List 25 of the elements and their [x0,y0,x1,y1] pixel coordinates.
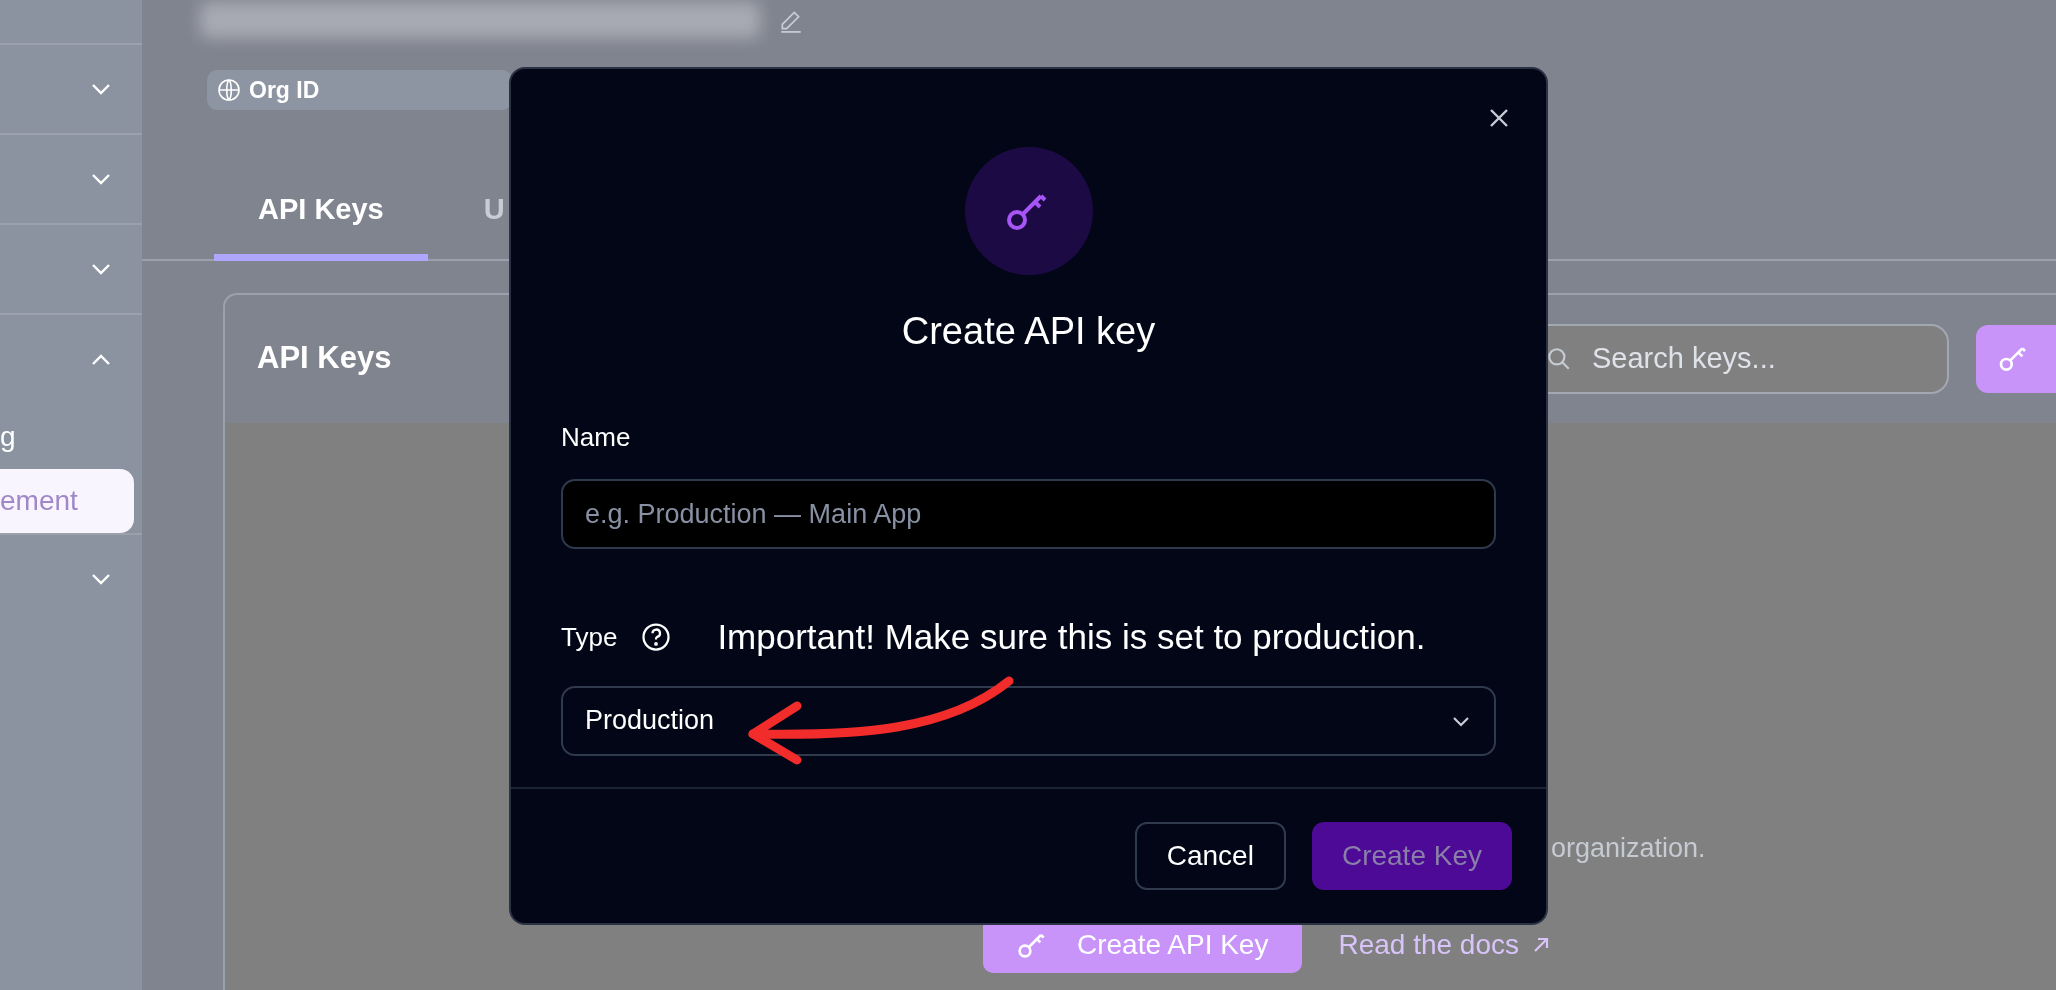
tab[interactable]: API Keys [214,188,428,261]
chevron-icon[interactable] [90,82,112,96]
chevron-icon[interactable] [90,353,112,367]
search-icon [1546,345,1572,372]
empty-state-text: organization. [1551,831,1707,865]
tab[interactable]: U [439,188,549,261]
type-select[interactable]: Production [561,685,1496,756]
card-title: API Keys [257,339,392,378]
sidebar-item[interactable]: g [0,405,142,469]
cancel-button[interactable]: Cancel [1134,822,1286,890]
sidebar-item[interactable]: ement [0,469,134,533]
type-label: Type [561,620,618,654]
chevron-icon[interactable] [90,172,112,186]
annotation-text: Important! Make sure this is set to production. [717,616,1426,658]
name-field[interactable]: e.g. Production — Main App [561,479,1496,549]
dialog-title: Create API key [901,309,1156,354]
name-label: Name [561,421,632,454]
close-icon [1488,106,1510,129]
new-key-button[interactable] [1976,324,2056,393]
chevron-icon[interactable] [90,572,112,586]
chevron-icon[interactable] [90,262,112,276]
globe-icon [217,78,241,102]
docs-link[interactable]: Read the docs [1338,923,1551,966]
help-icon[interactable] [641,622,672,653]
org-id-label: Org ID [249,75,320,105]
